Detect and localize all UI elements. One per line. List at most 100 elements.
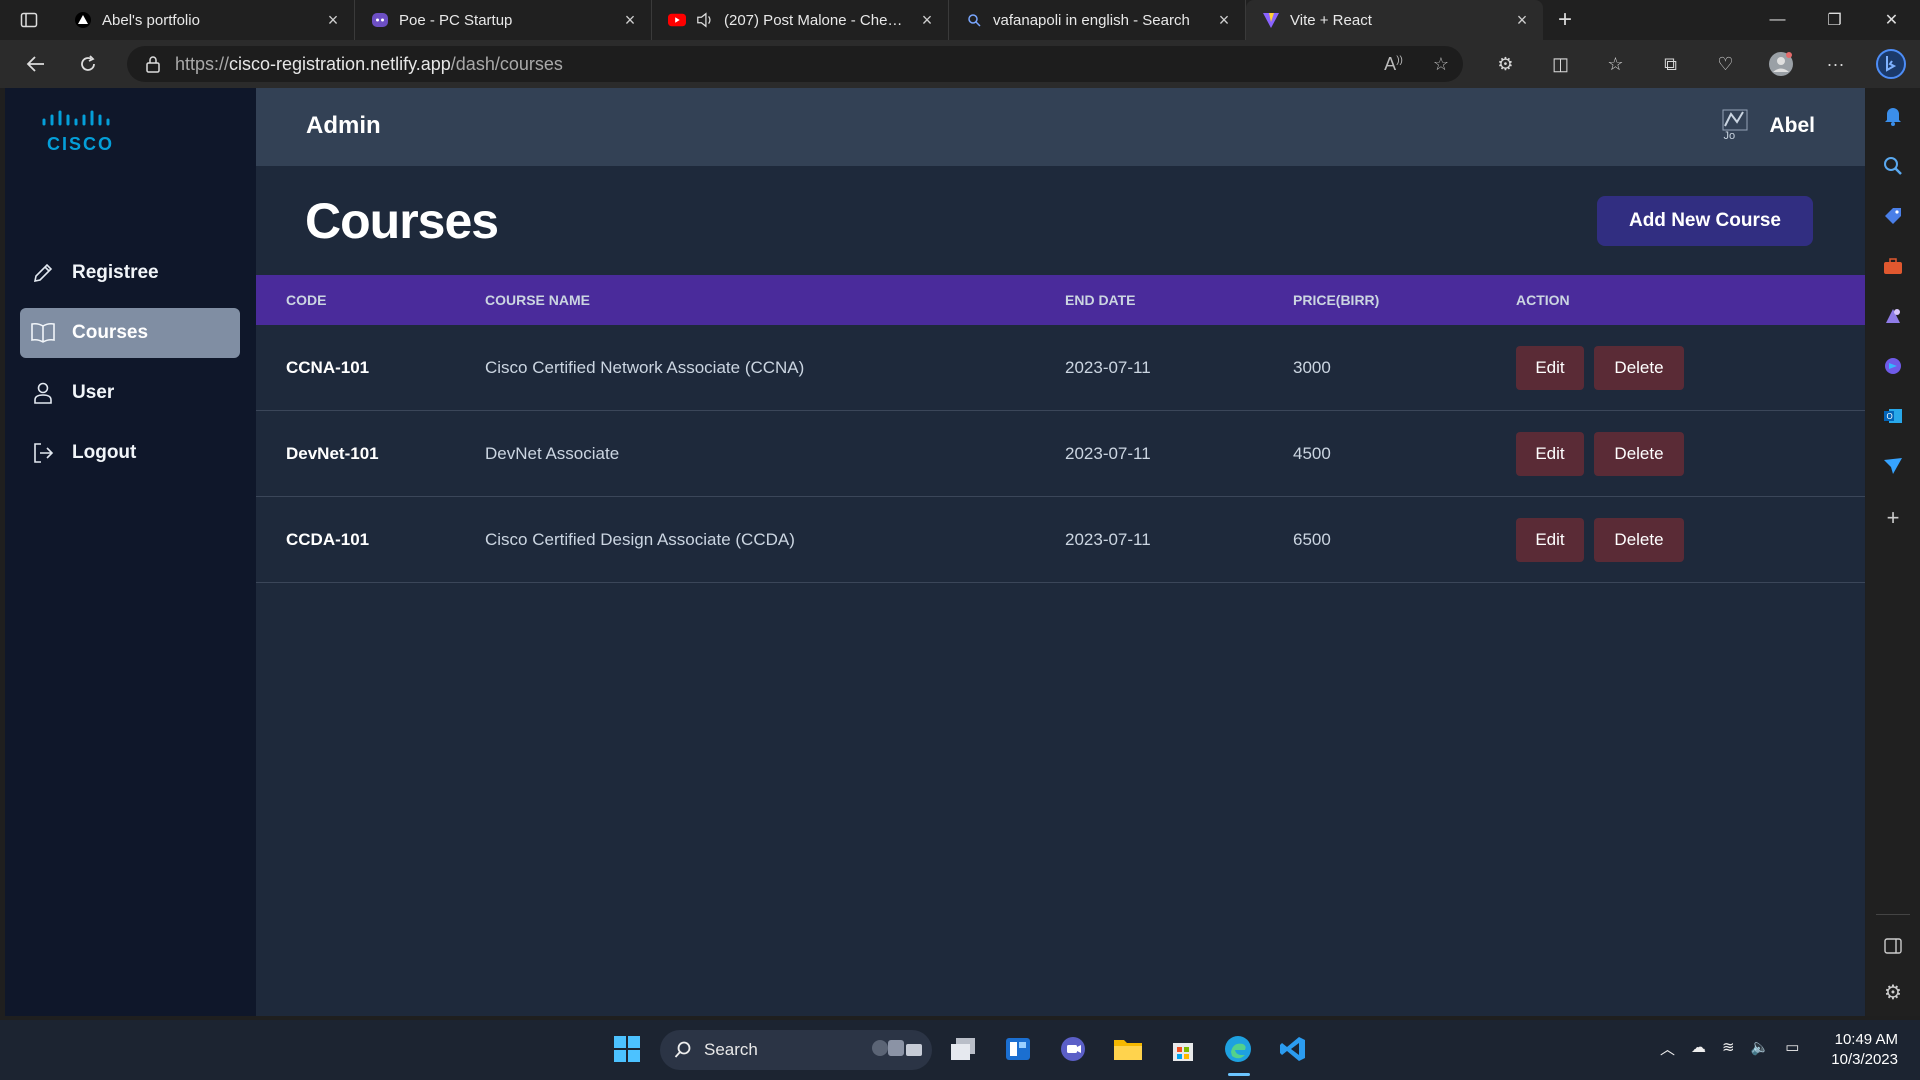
search-icon [965, 11, 983, 29]
shopping-tag-icon[interactable] [1881, 204, 1905, 228]
microsoft-store-icon[interactable] [1166, 1032, 1200, 1066]
search-highlight-icon [866, 1034, 926, 1067]
close-tab-icon[interactable]: × [918, 10, 936, 31]
settings-gear-icon[interactable]: ⚙ [1881, 980, 1905, 1004]
tools-icon[interactable] [1881, 254, 1905, 278]
split-screen-icon[interactable]: ◫ [1533, 54, 1588, 75]
task-view-icon[interactable] [946, 1032, 980, 1066]
extensions-icon[interactable]: ⚙ [1478, 54, 1533, 75]
youtube-icon [668, 11, 686, 29]
system-tray: ︿ ☁ ≋ 🔈 ▭ [1660, 1038, 1799, 1059]
close-tab-icon[interactable]: × [621, 10, 639, 31]
edge-sidebar: O + ⚙ [1866, 88, 1920, 1016]
battery-icon[interactable]: ▭ [1785, 1038, 1799, 1059]
taskbar-clock[interactable]: 10:49 AM 10/3/2023 [1831, 1030, 1898, 1070]
user-icon [30, 380, 56, 406]
sidebar-item-label: Registree [72, 262, 159, 283]
profile-avatar-icon[interactable] [1753, 51, 1808, 77]
tab-title: vafanapoli in english - Search [993, 11, 1190, 29]
column-header-action: ACTION [1516, 292, 1570, 308]
more-options-icon[interactable]: ··· [1808, 54, 1863, 75]
taskbar-search-box[interactable]: Search [660, 1030, 932, 1070]
close-window-icon[interactable]: ✕ [1863, 0, 1920, 40]
delete-button[interactable]: Delete [1594, 431, 1684, 476]
edge-browser-icon[interactable] [1221, 1032, 1255, 1066]
edit-button[interactable]: Edit [1516, 431, 1584, 476]
cisco-logo-text: CISCO [47, 134, 115, 154]
cisco-bars-icon [42, 110, 110, 126]
svg-text:O: O [1887, 412, 1893, 421]
browser-tab[interactable]: Poe - PC Startup × [355, 0, 652, 40]
browser-tab[interactable]: Abel's portfolio × [58, 0, 355, 40]
active-app-indicator [1228, 1073, 1250, 1076]
url-bar[interactable]: https://cisco-registration.netlify.app/d… [127, 46, 1463, 82]
delete-button[interactable]: Delete [1594, 517, 1684, 562]
favorite-star-icon[interactable]: ☆ [1433, 54, 1449, 75]
notification-bell-icon[interactable] [1881, 104, 1905, 128]
address-bar-row: https://cisco-registration.netlify.app/d… [0, 40, 1920, 88]
avatar[interactable]: Jo [1721, 108, 1749, 144]
teams-chat-icon[interactable] [1056, 1032, 1090, 1066]
course-end-date: 2023-07-11 [1065, 443, 1151, 463]
speaker-icon[interactable] [696, 11, 714, 29]
url-text[interactable]: https://cisco-registration.netlify.app/d… [175, 54, 563, 75]
row-actions: Edit Delete [1516, 345, 1865, 390]
restore-icon[interactable]: ❐ [1806, 0, 1863, 40]
add-new-course-button[interactable]: Add New Course [1597, 196, 1813, 246]
outlook-icon[interactable]: O [1881, 404, 1905, 428]
browser-tab[interactable]: (207) Post Malone - Chemic × [652, 0, 949, 40]
refresh-button[interactable] [62, 40, 114, 88]
close-tab-icon[interactable]: × [324, 10, 342, 31]
close-tab-icon[interactable]: × [1215, 10, 1233, 31]
new-tab-button[interactable]: + [1543, 0, 1587, 40]
microsoft-365-icon[interactable] [1881, 354, 1905, 378]
browser-tab-active[interactable]: Vite + React × [1246, 0, 1543, 40]
read-aloud-icon[interactable]: A)) [1384, 54, 1403, 75]
edit-button[interactable]: Edit [1516, 517, 1584, 562]
tab-title: (207) Post Malone - Chemic [724, 11, 908, 29]
games-icon[interactable] [1881, 304, 1905, 328]
sidebar-item-courses[interactable]: Courses [20, 308, 240, 358]
sidebar-item-label: User [72, 382, 115, 403]
close-tab-icon[interactable]: × [1513, 10, 1531, 31]
tab-title: Poe - PC Startup [399, 11, 513, 29]
wifi-icon[interactable]: ≋ [1722, 1038, 1735, 1059]
sidebar-item-logout[interactable]: Logout [20, 428, 240, 478]
tab-title: Vite + React [1290, 11, 1372, 29]
edit-button[interactable]: Edit [1516, 345, 1584, 390]
send-icon[interactable] [1881, 454, 1905, 478]
tab-actions-button[interactable] [0, 0, 58, 40]
main-content: Courses Add New Course CODE COURSE NAME … [256, 166, 1865, 1016]
course-price: 3000 [1293, 357, 1331, 377]
bing-copilot-icon[interactable] [1863, 49, 1918, 79]
windows-taskbar: Search ︿ ☁ ≋ 🔈 ▭ 10:49 AM 10/3/2023 [0, 1020, 1920, 1080]
sidebar-item-registree[interactable]: Registree [20, 248, 240, 298]
browser-essentials-icon[interactable]: ♡ [1698, 54, 1753, 75]
hide-sidebar-icon[interactable] [1881, 934, 1905, 958]
web-page: CISCO Registree Courses User Logout Admi… [5, 88, 1865, 1016]
vscode-icon[interactable] [1276, 1032, 1310, 1066]
sidebar-item-user[interactable]: User [20, 368, 240, 418]
collections-icon[interactable]: ⧉ [1643, 54, 1698, 75]
show-hidden-icons-icon[interactable]: ︿ [1660, 1038, 1675, 1059]
course-price: 6500 [1293, 529, 1331, 549]
onedrive-icon[interactable]: ☁ [1691, 1038, 1706, 1059]
volume-icon[interactable]: 🔈 [1751, 1038, 1770, 1059]
browser-tab[interactable]: vafanapoli in english - Search × [949, 0, 1246, 40]
add-icon[interactable]: + [1881, 505, 1905, 530]
course-code: DevNet-101 [286, 443, 379, 463]
minimize-icon[interactable]: — [1749, 0, 1806, 40]
file-explorer-icon[interactable] [1111, 1032, 1145, 1066]
user-menu[interactable]: Jo Abel [1721, 108, 1815, 144]
favorites-icon[interactable]: ☆ [1588, 54, 1643, 75]
search-icon[interactable] [1881, 154, 1905, 178]
header-title: Admin [306, 112, 381, 139]
widgets-icon[interactable] [1001, 1032, 1035, 1066]
delete-button[interactable]: Delete [1594, 345, 1684, 390]
course-name: Cisco Certified Network Associate (CCNA) [485, 357, 805, 377]
cisco-logo[interactable]: CISCO [41, 108, 121, 154]
back-button[interactable] [10, 40, 62, 88]
lock-icon[interactable] [145, 55, 161, 73]
windows-start-icon[interactable] [610, 1032, 644, 1066]
vercel-triangle-icon [74, 11, 92, 29]
